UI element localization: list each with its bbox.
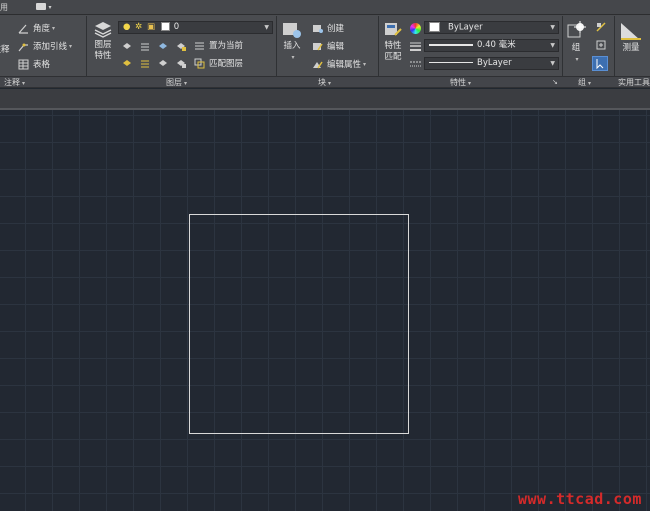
insert-block-button[interactable]: 插入 ▾	[279, 21, 305, 63]
chevron-down-icon: ▼	[550, 42, 555, 49]
insert-label: 插入	[283, 41, 301, 51]
measure-icon	[619, 21, 643, 41]
layer-unlock-icon[interactable]	[176, 58, 186, 68]
text-tool-button[interactable]: 注释	[0, 25, 14, 56]
layer-properties-label-1: 图层	[94, 40, 112, 50]
layer-value: 0	[173, 22, 180, 32]
linetype-dropdown[interactable]: ByLayer ▼	[424, 57, 559, 70]
lineweight-value: 0.40 毫米	[477, 40, 516, 50]
lineweight-icon	[410, 41, 421, 52]
sun-icon: ✲	[135, 22, 143, 32]
edit-block-button[interactable]: 编辑	[312, 40, 344, 52]
linetype-value: ByLayer	[477, 58, 512, 68]
match-properties-label-2: 匹配	[384, 52, 402, 62]
chevron-down-icon: ▼	[264, 24, 269, 31]
set-current-layer-button[interactable]: 置为当前	[194, 39, 243, 51]
layer-color-swatch	[160, 22, 170, 31]
color-dropdown[interactable]: ByLayer ▼	[424, 21, 559, 34]
linetype-icon	[410, 59, 421, 70]
match-properties-icon	[383, 21, 403, 39]
text-icon	[0, 25, 10, 43]
layer-stack-icon	[93, 20, 113, 38]
layer-thaw-icon[interactable]	[158, 58, 168, 68]
layer-dropdown[interactable]: ● ✲ ▣ 0 ▼	[118, 21, 273, 34]
group-selection-toggle[interactable]	[592, 56, 608, 71]
color-swatch	[429, 22, 440, 32]
layer-lock-icon[interactable]	[176, 41, 186, 51]
add-leader-label: 添加引线	[33, 42, 68, 52]
layer-properties-label-2: 特性	[94, 51, 112, 61]
panel-title-bar: 注释 ▾ 图层 ▾ 块 ▾ 特性 ▾ ↘ 组 ▾ 实用工具	[0, 77, 650, 88]
match-layer-button[interactable]: 匹配图层	[194, 57, 243, 69]
text-tool-label: 注释	[0, 45, 10, 55]
edit-block-icon	[312, 41, 323, 52]
ribbon: 注释 角度▾ 添加引线▾ 表格 图层 特性 ● ✲ ▣ 0 ▼ 置为当前	[0, 15, 650, 77]
insert-icon	[281, 21, 303, 39]
block-panel-title[interactable]: 块 ▾	[318, 77, 331, 88]
create-label: 创建	[327, 24, 345, 34]
match-properties-button[interactable]: 特性 匹配	[381, 21, 405, 63]
set-current-icon	[194, 40, 205, 51]
lineweight-sample	[429, 43, 473, 46]
table-button[interactable]: 表格	[18, 58, 50, 70]
layer-off-icon[interactable]	[122, 41, 132, 51]
lightbulb-icon: ●	[123, 22, 131, 32]
ungroup-icon[interactable]	[596, 22, 606, 32]
table-icon	[18, 59, 29, 70]
match-layer-icon	[194, 58, 205, 69]
group-icon	[566, 21, 586, 41]
measure-label: 测量	[622, 43, 640, 53]
layer-isolate-icon[interactable]	[140, 41, 150, 51]
insert-caret: ▾	[291, 54, 295, 61]
add-leader-button[interactable]: 添加引线 ▾	[18, 40, 72, 52]
measure-button[interactable]: 测量	[617, 21, 645, 54]
edit-attributes-icon	[312, 59, 323, 70]
file-tab-bar	[0, 89, 650, 108]
match-layer-label: 匹配图层	[209, 59, 244, 69]
annotation-panel-title[interactable]: 注释 ▾	[4, 77, 25, 88]
group-panel-title[interactable]: 组 ▾	[578, 77, 591, 88]
layer-on-icon[interactable]	[122, 58, 132, 68]
camera-icon	[36, 3, 46, 10]
edit-label: 编辑	[327, 42, 345, 52]
group-edit-icon[interactable]	[596, 40, 606, 50]
lineweight-dropdown[interactable]: 0.40 毫米 ▼	[424, 39, 559, 52]
group-label: 组	[571, 43, 581, 53]
utilities-panel-title[interactable]: 实用工具	[618, 77, 650, 88]
lock-icon: ▣	[146, 22, 155, 32]
edit-attributes-button[interactable]: 编辑属性 ▾	[312, 58, 366, 70]
drawn-square[interactable]	[189, 214, 409, 434]
quick-access-dropdown[interactable]: ▾	[36, 2, 56, 13]
linetype-sample	[429, 62, 473, 63]
angle-label: 角度	[33, 24, 51, 34]
create-block-button[interactable]: 创建	[312, 22, 344, 34]
group-button[interactable]: 组 ▾	[565, 21, 587, 65]
set-current-label: 置为当前	[209, 41, 244, 51]
color-wheel-icon	[410, 23, 421, 34]
angle-dimension-button[interactable]: 角度 ▾	[18, 22, 55, 34]
layer-unisolate-icon[interactable]	[140, 58, 150, 68]
leader-icon	[18, 41, 29, 52]
properties-dialog-launcher[interactable]: ↘	[552, 77, 558, 88]
selection-cursor-icon	[596, 59, 604, 70]
watermark: www.ttcad.com	[518, 490, 642, 508]
match-properties-label-1: 特性	[384, 41, 402, 51]
chevron-down-icon: ▼	[550, 60, 555, 67]
table-label: 表格	[33, 60, 51, 70]
group-caret: ▾	[575, 56, 579, 63]
color-value: ByLayer	[448, 22, 483, 33]
layers-panel-title[interactable]: 图层 ▾	[166, 77, 187, 88]
edit-attributes-label: 编辑属性	[327, 60, 362, 70]
layer-freeze-icon[interactable]	[158, 41, 168, 51]
chevron-down-icon: ▼	[550, 24, 555, 31]
tab-label[interactable]: 应用	[0, 2, 8, 13]
angle-icon	[18, 23, 29, 34]
layer-properties-button[interactable]: 图层 特性	[90, 20, 116, 62]
create-block-icon	[312, 23, 323, 34]
properties-panel-title[interactable]: 特性 ▾	[450, 77, 471, 88]
ribbon-tab-row: 应用 ▾	[0, 0, 650, 15]
